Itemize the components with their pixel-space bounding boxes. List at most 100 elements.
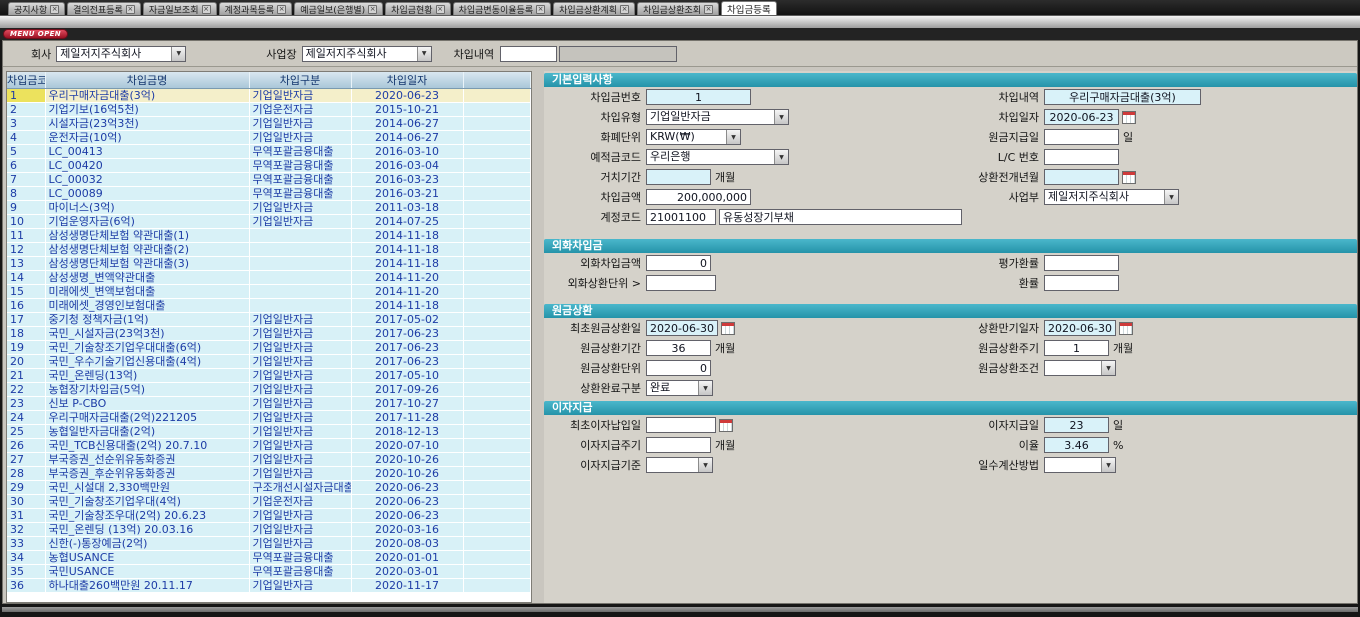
loan-amount-input[interactable]: [646, 189, 751, 205]
tab-close-icon[interactable]: ×: [436, 5, 445, 14]
maturity-input[interactable]: [1044, 320, 1116, 336]
deposit-code-select[interactable]: 우리은행 ▼: [646, 149, 789, 165]
fx-amount-input[interactable]: [646, 255, 711, 271]
int-cycle-input[interactable]: [646, 437, 711, 453]
loan-detail-filter-input[interactable]: [500, 46, 557, 62]
tab-close-icon[interactable]: ×: [368, 5, 377, 14]
chevron-down-icon[interactable]: ▼: [698, 458, 712, 472]
tab[interactable]: 차입금상환계획 ×: [553, 2, 635, 15]
table-row[interactable]: 10 기업운영자금(6억) 기업일반자금 2014-07-25: [7, 215, 531, 229]
table-row[interactable]: 5 LC_00413 무역포괄금융대출 2016-03-10: [7, 145, 531, 159]
chevron-down-icon[interactable]: ▼: [417, 47, 431, 61]
table-row[interactable]: 15 미래에셋_변액보험대출 2014-11-20: [7, 285, 531, 299]
table-row[interactable]: 25 농협일반자금대출(2억) 기업일반자금 2018-12-13: [7, 425, 531, 439]
company-select[interactable]: 제일저지주식회사 ▼: [56, 46, 186, 62]
tab-close-icon[interactable]: ×: [202, 5, 211, 14]
tab-close-icon[interactable]: ×: [620, 5, 629, 14]
table-row[interactable]: 28 부국증권_후순위유동화증권 기업일반자금 2020-10-26: [7, 467, 531, 481]
table-row[interactable]: 21 국민_온렌딩(13억) 기업일반자금 2017-05-10: [7, 369, 531, 383]
tab[interactable]: 차입금상환조회 ×: [637, 2, 719, 15]
int-basis-select[interactable]: ▼: [646, 457, 713, 473]
table-row[interactable]: 30 국민_기술창조기업우대(4억) 기업운전자금 2020-06-23: [7, 495, 531, 509]
calendar-icon[interactable]: [1119, 322, 1133, 335]
table-row[interactable]: 7 LC_00032 무역포괄금융대출 2016-03-23: [7, 173, 531, 187]
currency-select[interactable]: KRW(₩) ▼: [646, 129, 741, 145]
tab[interactable]: 차입금등록 ×: [721, 1, 777, 15]
table-row[interactable]: 16 미래에셋_경영인보험대출 2014-11-18: [7, 299, 531, 313]
table-row[interactable]: 24 우리구매자금대출(2억)221205 기업일반자금 2017-11-28: [7, 411, 531, 425]
table-row[interactable]: 33 신한(-)통장예금(2억) 기업일반자금 2020-08-03: [7, 537, 531, 551]
table-row[interactable]: 22 농협장기차입금(5억) 기업일반자금 2017-09-26: [7, 383, 531, 397]
table-row[interactable]: 9 마이너스(3억) 기업일반자금 2011-03-18: [7, 201, 531, 215]
tab[interactable]: 차입금변동이율등록 ×: [453, 2, 552, 15]
int-day-input[interactable]: [1044, 417, 1109, 433]
first-int-input[interactable]: [646, 417, 716, 433]
table-row[interactable]: 13 삼성생명단체보험 약관대출(3) 2014-11-18: [7, 257, 531, 271]
table-row[interactable]: 4 운전자금(10억) 기업일반자금 2014-06-27: [7, 131, 531, 145]
lc-no-input[interactable]: [1044, 149, 1119, 165]
account-name-input[interactable]: [719, 209, 962, 225]
table-row[interactable]: 17 중기청 정책자금(1억) 기업일반자금 2017-05-02: [7, 313, 531, 327]
tab[interactable]: 공지사항 ×: [8, 2, 65, 15]
day-count-select[interactable]: ▼: [1044, 457, 1116, 473]
chevron-down-icon[interactable]: ▼: [171, 47, 185, 61]
table-row[interactable]: 11 삼성생명단체보험 약관대출(1) 2014-11-18: [7, 229, 531, 243]
calendar-icon[interactable]: [719, 419, 733, 432]
repay-done-select[interactable]: 완료 ▼: [646, 380, 713, 396]
division-select[interactable]: 제일저지주식회사 ▼: [1044, 189, 1179, 205]
table-row[interactable]: 3 시설자금(23억3천) 기업일반자금 2014-06-27: [7, 117, 531, 131]
repay-cycle-input[interactable]: [1044, 340, 1109, 356]
chevron-down-icon[interactable]: ▼: [698, 381, 712, 395]
chevron-down-icon[interactable]: ▼: [1101, 458, 1115, 472]
tab[interactable]: 자금일보조회 ×: [143, 2, 217, 15]
table-row[interactable]: 32 국민_온렌딩 (13억) 20.03.16 기업일반자금 2020-03-…: [7, 523, 531, 537]
fx-unit-input[interactable]: [646, 275, 716, 291]
repay-unit-input[interactable]: [646, 360, 711, 376]
table-row[interactable]: 12 삼성생명단체보험 약관대출(2) 2014-11-18: [7, 243, 531, 257]
eval-rate-input[interactable]: [1044, 255, 1119, 271]
table-row[interactable]: 36 하나대출260백만원 20.11.17 기업일반자금 2020-11-17: [7, 579, 531, 593]
int-rate-input[interactable]: [1044, 437, 1109, 453]
chevron-down-icon[interactable]: ▼: [774, 150, 788, 164]
table-row[interactable]: 27 부국증권_선순위유동화증권 기업일반자금 2020-10-26: [7, 453, 531, 467]
loan-no-input[interactable]: [646, 89, 751, 105]
tab-close-icon[interactable]: ×: [704, 5, 713, 14]
principal-day-input[interactable]: [1044, 129, 1119, 145]
loan-desc-input[interactable]: [1044, 89, 1201, 105]
calendar-icon[interactable]: [1122, 171, 1136, 184]
tab[interactable]: 계정과목등록 ×: [219, 2, 293, 15]
table-row[interactable]: 2 기업기보(16억5천) 기업운전자금 2015-10-21: [7, 103, 531, 117]
first-repay-input[interactable]: [646, 320, 718, 336]
tab-close-icon[interactable]: ×: [536, 5, 545, 14]
table-row[interactable]: 8 LC_00089 무역포괄금융대출 2016-03-21: [7, 187, 531, 201]
table-row[interactable]: 34 농협USANCE 무역포괄금융대출 2020-01-01: [7, 551, 531, 565]
table-row[interactable]: 26 국민_TCB신용대출(2억) 20.7.10 기업일반자금 2020-07…: [7, 439, 531, 453]
tab[interactable]: 결의전표등록 ×: [67, 2, 141, 15]
tab-close-icon[interactable]: ×: [50, 5, 59, 14]
rollover-ym-input[interactable]: [1044, 169, 1119, 185]
table-row[interactable]: 18 국민_시설자금(23억3천) 기업일반자금 2017-06-23: [7, 327, 531, 341]
menu-open-button[interactable]: MENU OPEN: [3, 29, 68, 39]
grace-period-input[interactable]: [646, 169, 711, 185]
table-row[interactable]: 31 국민_기술창조우대(2억) 20.6.23 기업일반자금 2020-06-…: [7, 509, 531, 523]
table-row[interactable]: 35 국민USANCE 무역포괄금융대출 2020-03-01: [7, 565, 531, 579]
tab-close-icon[interactable]: ×: [126, 5, 135, 14]
chevron-down-icon[interactable]: ▼: [774, 110, 788, 124]
account-code-input[interactable]: [646, 209, 716, 225]
calendar-icon[interactable]: [721, 322, 735, 335]
loan-type-select[interactable]: 기업일반자금 ▼: [646, 109, 789, 125]
table-row[interactable]: 23 신보 P-CBO 기업일반자금 2017-10-27: [7, 397, 531, 411]
tab-close-icon[interactable]: ×: [277, 5, 286, 14]
chevron-down-icon[interactable]: ▼: [1101, 361, 1115, 375]
chevron-down-icon[interactable]: ▼: [1164, 190, 1178, 204]
table-row[interactable]: 1 우리구매자금대출(3억) 기업일반자금 2020-06-23: [7, 89, 531, 103]
chevron-down-icon[interactable]: ▼: [726, 130, 740, 144]
table-row[interactable]: 14 삼성생명_변액약관대출 2014-11-20: [7, 271, 531, 285]
table-row[interactable]: 20 국민_우수기술기업신용대출(4억) 기업일반자금 2017-06-23: [7, 355, 531, 369]
table-row[interactable]: 6 LC_00420 무역포괄금융대출 2016-03-04: [7, 159, 531, 173]
tab[interactable]: 예금일보(은행별) ×: [294, 2, 383, 15]
table-row[interactable]: 29 국민_시설대 2,330백만원 구조개선시설자금대출 2020-06-23: [7, 481, 531, 495]
loan-date-input[interactable]: [1044, 109, 1119, 125]
site-select[interactable]: 제일저지주식회사 ▼: [302, 46, 432, 62]
calendar-icon[interactable]: [1122, 111, 1136, 124]
